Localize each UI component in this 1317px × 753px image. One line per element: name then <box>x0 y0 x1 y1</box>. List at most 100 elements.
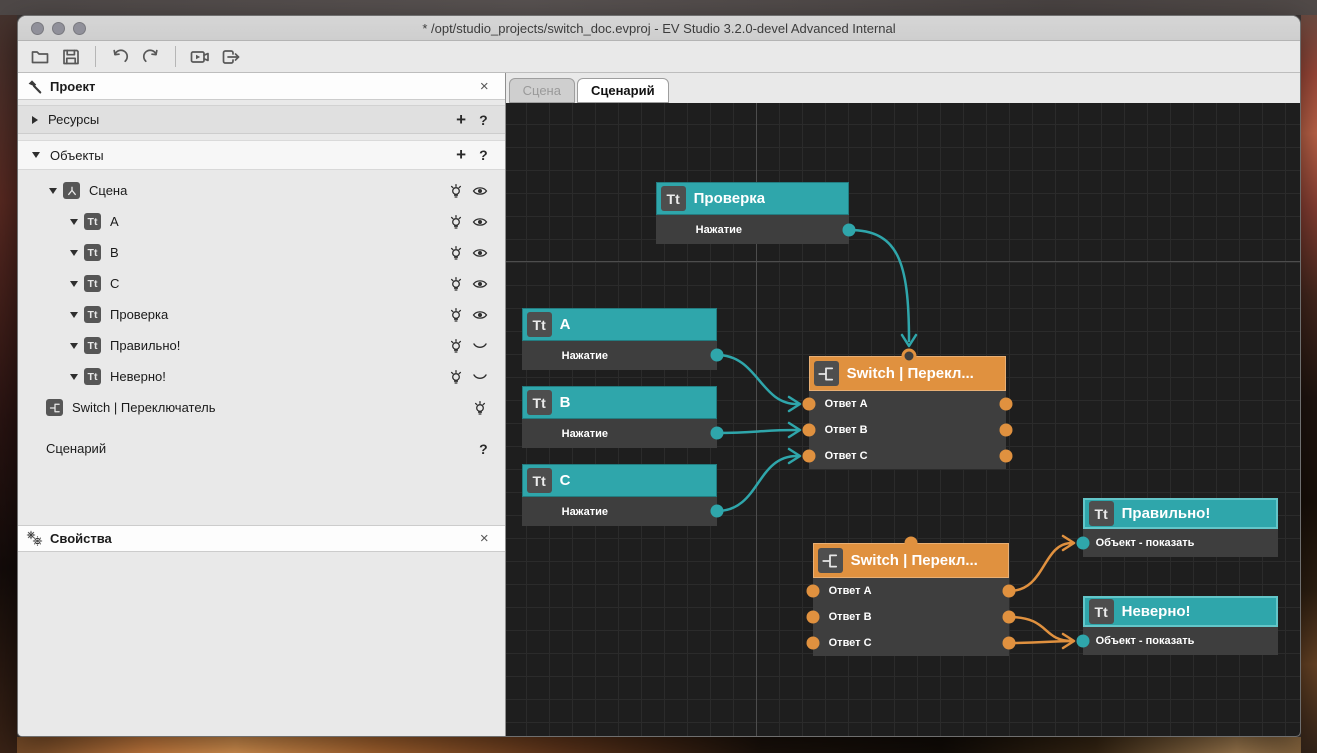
tree-item-scenario[interactable]: Сценарий ? <box>18 433 505 464</box>
node-switch-2[interactable]: Switch | Перекл... Ответ A Ответ B Ответ… <box>813 543 1009 656</box>
node-switch-1[interactable]: Switch | Перекл... Ответ A Ответ B Ответ… <box>809 356 1006 469</box>
port-input-switch2-otvet-b[interactable] <box>806 611 819 624</box>
port-output-switch1-otvet-c[interactable] <box>999 450 1012 463</box>
undo-icon[interactable] <box>109 46 131 68</box>
chevron-down-icon[interactable] <box>70 343 78 349</box>
preview-icon[interactable] <box>189 46 211 68</box>
node-title: Проверка <box>694 190 765 207</box>
lightbulb-icon[interactable] <box>448 307 464 323</box>
panel-title: Свойства <box>50 531 112 546</box>
lightbulb-icon[interactable] <box>448 183 464 199</box>
port-output-switch2-otvet-a[interactable] <box>1002 585 1015 598</box>
answer-row-label: Ответ A <box>829 585 872 597</box>
title-bar[interactable]: * /opt/studio_projects/switch_doc.evproj… <box>18 16 1300 41</box>
close-window-button[interactable] <box>31 22 44 35</box>
tab-scenario[interactable]: Сценарий <box>577 78 669 103</box>
help-object-button[interactable]: ? <box>479 147 488 163</box>
eye-open-icon[interactable] <box>472 183 488 199</box>
node-neverno[interactable]: TtНеверно! Объект - показать <box>1083 596 1278 655</box>
export-icon[interactable] <box>220 46 242 68</box>
tree-item-neverno[interactable]: Tt Неверно! <box>18 361 505 392</box>
chevron-right-icon[interactable] <box>32 116 38 124</box>
tree-item-scene[interactable]: Сцена <box>18 175 505 206</box>
lightbulb-icon[interactable] <box>472 400 488 416</box>
eye-open-icon[interactable] <box>472 276 488 292</box>
port-input-switch1-top[interactable] <box>901 349 916 364</box>
port-output-switch2-otvet-c[interactable] <box>1002 637 1015 650</box>
tree-item-pravilno[interactable]: Tt Правильно! <box>18 330 505 361</box>
section-resources[interactable]: Ресурсы + ? <box>18 105 505 134</box>
section-label: Ресурсы <box>48 112 99 127</box>
port-output-c-najatie[interactable] <box>710 505 723 518</box>
text-object-icon: Tt <box>1089 501 1114 526</box>
port-input-switch1-otvet-c[interactable] <box>802 450 815 463</box>
save-icon[interactable] <box>60 46 82 68</box>
add-resource-button[interactable]: + <box>456 110 466 130</box>
chevron-down-icon[interactable] <box>32 152 40 158</box>
eye-closed-icon[interactable] <box>472 369 488 385</box>
close-icon[interactable]: × <box>480 78 489 95</box>
port-input-switch1-otvet-b[interactable] <box>802 424 815 437</box>
port-input-switch1-otvet-a[interactable] <box>802 398 815 411</box>
tree-item-a[interactable]: Tt A <box>18 206 505 237</box>
help-resource-button[interactable]: ? <box>479 112 488 128</box>
minimize-window-button[interactable] <box>52 22 65 35</box>
chevron-down-icon[interactable] <box>70 281 78 287</box>
node-graph-canvas[interactable]: TtПроверка Нажатие TtA Нажатие TtB Нажат… <box>506 103 1300 737</box>
tree-item-b[interactable]: Tt B <box>18 237 505 268</box>
main-toolbar <box>18 41 1300 73</box>
text-object-icon: Tt <box>84 213 101 230</box>
tab-scene[interactable]: Сцена <box>509 78 575 103</box>
port-input-pravilno-show[interactable] <box>1076 537 1089 550</box>
node-b[interactable]: TtB Нажатие <box>522 386 717 448</box>
chevron-down-icon[interactable] <box>49 188 57 194</box>
lightbulb-icon[interactable] <box>448 245 464 261</box>
switch-node-icon <box>46 399 63 416</box>
chevron-down-icon[interactable] <box>70 312 78 318</box>
port-output-switch2-otvet-b[interactable] <box>1002 611 1015 624</box>
port-output-switch1-otvet-b[interactable] <box>999 424 1012 437</box>
eye-open-icon[interactable] <box>472 245 488 261</box>
text-object-icon: Tt <box>84 275 101 292</box>
lightbulb-icon[interactable] <box>448 214 464 230</box>
port-output-a-najatie[interactable] <box>710 349 723 362</box>
tree-item-c[interactable]: Tt C <box>18 268 505 299</box>
event-row-label: Нажатие <box>562 428 608 440</box>
node-c[interactable]: TtC Нажатие <box>522 464 717 526</box>
port-input-switch2-otvet-c[interactable] <box>806 637 819 650</box>
chevron-down-icon[interactable] <box>70 219 78 225</box>
toolbar-separator <box>175 46 176 67</box>
node-proverka[interactable]: TtПроверка Нажатие <box>656 182 849 244</box>
lightbulb-icon[interactable] <box>448 276 464 292</box>
port-input-neverno-show[interactable] <box>1076 635 1089 648</box>
help-scenario-button[interactable]: ? <box>479 441 488 457</box>
open-folder-icon[interactable] <box>29 46 51 68</box>
text-object-icon: Tt <box>527 468 552 493</box>
chevron-down-icon[interactable] <box>70 374 78 380</box>
add-object-button[interactable]: + <box>456 145 466 165</box>
tree-item-switch[interactable]: Switch | Переключатель <box>18 392 505 423</box>
section-objects[interactable]: Объекты + ? <box>18 140 505 170</box>
editor-tab-bar: Сцена Сценарий <box>506 73 1300 103</box>
lightbulb-icon[interactable] <box>448 338 464 354</box>
eye-open-icon[interactable] <box>472 307 488 323</box>
port-input-switch2-top[interactable] <box>904 537 917 550</box>
lightbulb-icon[interactable] <box>448 369 464 385</box>
zoom-window-button[interactable] <box>73 22 86 35</box>
node-a[interactable]: TtA Нажатие <box>522 308 717 370</box>
eye-open-icon[interactable] <box>472 214 488 230</box>
app-window: * /opt/studio_projects/switch_doc.evproj… <box>17 15 1301 737</box>
close-icon[interactable]: × <box>480 530 489 547</box>
port-output-b-najatie[interactable] <box>710 427 723 440</box>
tree-item-proverka[interactable]: Tt Проверка <box>18 299 505 330</box>
node-title: Неверно! <box>1122 603 1191 620</box>
switch-node-icon <box>814 361 839 386</box>
port-output-proverka-najatie[interactable] <box>842 224 855 237</box>
redo-icon[interactable] <box>140 46 162 68</box>
port-output-switch1-otvet-a[interactable] <box>999 398 1012 411</box>
node-pravilno[interactable]: TtПравильно! Объект - показать <box>1083 498 1278 557</box>
properties-panel-header: Свойства × <box>18 525 505 552</box>
eye-closed-icon[interactable] <box>472 338 488 354</box>
chevron-down-icon[interactable] <box>70 250 78 256</box>
port-input-switch2-otvet-a[interactable] <box>806 585 819 598</box>
